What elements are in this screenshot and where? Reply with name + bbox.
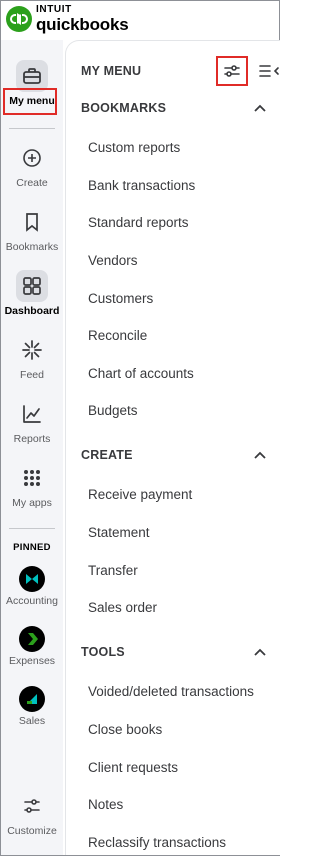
menu-link[interactable]: Custom reports — [88, 140, 180, 155]
rail-label-sales: Sales — [18, 715, 46, 727]
rail-item-expenses[interactable]: Expenses — [1, 626, 63, 667]
customize-menu-button[interactable] — [216, 56, 248, 86]
rail-label-reports: Reports — [13, 433, 51, 445]
sliders-icon — [16, 790, 48, 822]
menu-link[interactable]: Reconcile — [88, 328, 147, 343]
collapse-panel-button[interactable] — [258, 63, 280, 79]
panel-title: MY MENU — [81, 64, 142, 78]
menu-link[interactable]: Budgets — [88, 403, 138, 418]
section-header-bookmarks[interactable]: BOOKMARKS — [81, 98, 266, 118]
chevron-up-icon — [254, 648, 266, 656]
my-menu-panel: MY MENU BOOKMARKS Custom reports Bank tr… — [65, 40, 280, 855]
menu-link[interactable]: Vendors — [88, 253, 138, 268]
dashboard-grid-icon — [16, 270, 48, 302]
rail-item-dashboard[interactable]: Dashboard — [1, 270, 63, 317]
sliders-icon — [224, 65, 240, 77]
rail-label-bookmarks: Bookmarks — [5, 241, 59, 253]
feed-sparkle-icon — [16, 334, 48, 366]
section-title-tools: TOOLS — [81, 645, 125, 659]
left-navigation-rail: My menu Create Bookmarks Dashboard Feed … — [1, 40, 63, 855]
apps-grid-icon — [16, 462, 48, 494]
rail-label-customize: Customize — [7, 825, 57, 837]
rail-label-create: Create — [16, 177, 48, 189]
quickbooks-wordmark: quickbooks — [36, 15, 129, 34]
section-header-tools[interactable]: TOOLS — [81, 642, 266, 662]
line-chart-icon — [16, 398, 48, 430]
menu-link[interactable]: Voided/deleted transactions — [88, 684, 254, 699]
rail-label-expenses: Expenses — [8, 655, 56, 667]
rail-item-feed[interactable]: Feed — [1, 334, 63, 381]
rail-item-reports[interactable]: Reports — [1, 398, 63, 445]
menu-link[interactable]: Receive payment — [88, 487, 192, 502]
menu-link[interactable]: Notes — [88, 797, 123, 812]
section-title-bookmarks: BOOKMARKS — [81, 101, 167, 115]
menu-link[interactable]: Chart of accounts — [88, 366, 194, 381]
rail-label-dashboard: Dashboard — [4, 305, 60, 317]
rail-divider — [9, 528, 55, 529]
menu-link[interactable]: Reclassify transactions — [88, 835, 226, 850]
accounting-app-icon — [19, 566, 45, 592]
menu-link[interactable]: Sales order — [88, 600, 157, 615]
rail-label-feed: Feed — [20, 369, 44, 381]
menu-link[interactable]: Client requests — [88, 760, 178, 775]
section-header-create[interactable]: CREATE — [81, 445, 266, 465]
collapse-icon — [259, 65, 279, 77]
chevron-up-icon — [254, 104, 266, 112]
menu-link[interactable]: Standard reports — [88, 215, 189, 230]
highlight-my-menu — [3, 88, 57, 115]
rail-item-my-apps[interactable]: My apps — [1, 462, 63, 509]
menu-link[interactable]: Statement — [88, 525, 150, 540]
menu-link[interactable]: Close books — [88, 722, 162, 737]
quickbooks-logo-icon — [6, 6, 32, 32]
expenses-app-icon — [19, 626, 45, 652]
quickbooks-logo[interactable]: INTUIT quickbooks — [6, 4, 129, 34]
bookmark-icon — [16, 206, 48, 238]
pinned-heading: PINNED — [13, 542, 51, 553]
rail-label-accounting: Accounting — [6, 595, 58, 607]
menu-link[interactable]: Transfer — [88, 563, 138, 578]
section-title-create: CREATE — [81, 448, 133, 462]
intuit-wordmark: INTUIT — [36, 4, 72, 15]
rail-item-accounting[interactable]: Accounting — [1, 566, 63, 607]
plus-circle-icon — [16, 142, 48, 174]
rail-item-sales[interactable]: Sales — [1, 686, 63, 727]
chevron-up-icon — [254, 451, 266, 459]
sales-app-icon — [19, 686, 45, 712]
menu-link[interactable]: Bank transactions — [88, 178, 195, 193]
rail-item-bookmarks[interactable]: Bookmarks — [1, 206, 63, 253]
rail-item-customize[interactable]: Customize — [1, 790, 63, 837]
rail-label-my-apps: My apps — [12, 497, 52, 509]
rail-divider — [9, 128, 55, 129]
rail-item-create[interactable]: Create — [1, 142, 63, 189]
menu-link[interactable]: Customers — [88, 291, 153, 306]
